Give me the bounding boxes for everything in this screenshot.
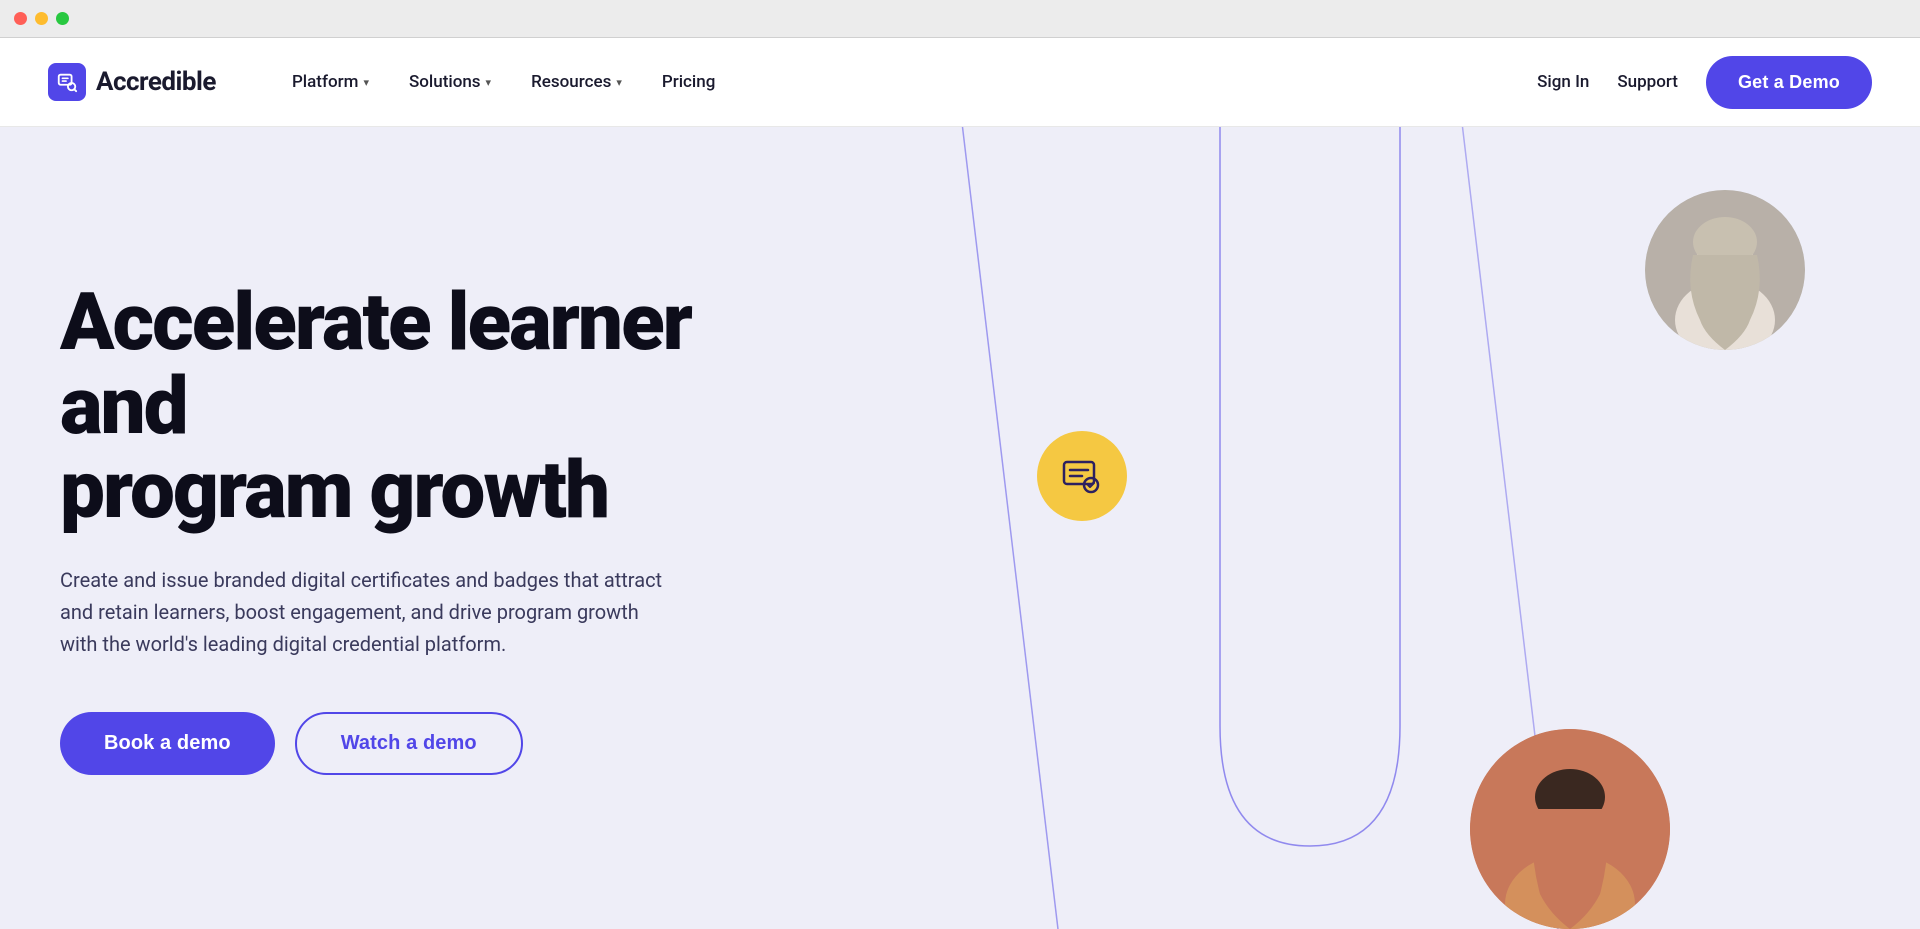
support-link[interactable]: Support bbox=[1617, 72, 1678, 92]
nav-right: Sign In Support Get a Demo bbox=[1537, 56, 1872, 109]
hero-content: Accelerate learner and program growth Cr… bbox=[0, 280, 760, 775]
book-demo-button[interactable]: Book a demo bbox=[60, 712, 275, 775]
logo-icon bbox=[48, 63, 86, 101]
nav-links: Platform ▾ Solutions ▾ Resources ▾ Prici… bbox=[276, 64, 1537, 100]
watch-demo-button[interactable]: Watch a demo bbox=[295, 712, 523, 775]
hero-headline: Accelerate learner and program growth bbox=[60, 280, 700, 532]
nav-item-solutions[interactable]: Solutions ▾ bbox=[393, 64, 507, 100]
sign-in-link[interactable]: Sign In bbox=[1537, 72, 1589, 92]
maximize-button[interactable] bbox=[56, 12, 69, 25]
nav-item-platform[interactable]: Platform ▾ bbox=[276, 64, 385, 100]
nav-item-pricing[interactable]: Pricing bbox=[646, 64, 732, 100]
logo-wordmark: Accredible bbox=[96, 67, 216, 97]
minimize-button[interactable] bbox=[35, 12, 48, 25]
titlebar bbox=[0, 0, 1920, 38]
hero-buttons: Book a demo Watch a demo bbox=[60, 712, 700, 775]
get-demo-button[interactable]: Get a Demo bbox=[1706, 56, 1872, 109]
hero-subtext: Create and issue branded digital certifi… bbox=[60, 564, 680, 660]
solutions-chevron-icon: ▾ bbox=[486, 76, 492, 89]
resources-chevron-icon: ▾ bbox=[616, 76, 622, 89]
platform-chevron-icon: ▾ bbox=[363, 76, 369, 89]
avatar-man bbox=[1470, 729, 1670, 929]
nav-item-resources[interactable]: Resources ▾ bbox=[515, 64, 638, 100]
certificate-badge bbox=[1037, 431, 1127, 521]
hero-section: Accelerate learner and program growth Cr… bbox=[0, 126, 1920, 929]
avatar-woman bbox=[1645, 190, 1805, 350]
navbar: Accredible Platform ▾ Solutions ▾ Resour… bbox=[0, 38, 1920, 126]
close-button[interactable] bbox=[14, 12, 27, 25]
logo[interactable]: Accredible bbox=[48, 63, 216, 101]
